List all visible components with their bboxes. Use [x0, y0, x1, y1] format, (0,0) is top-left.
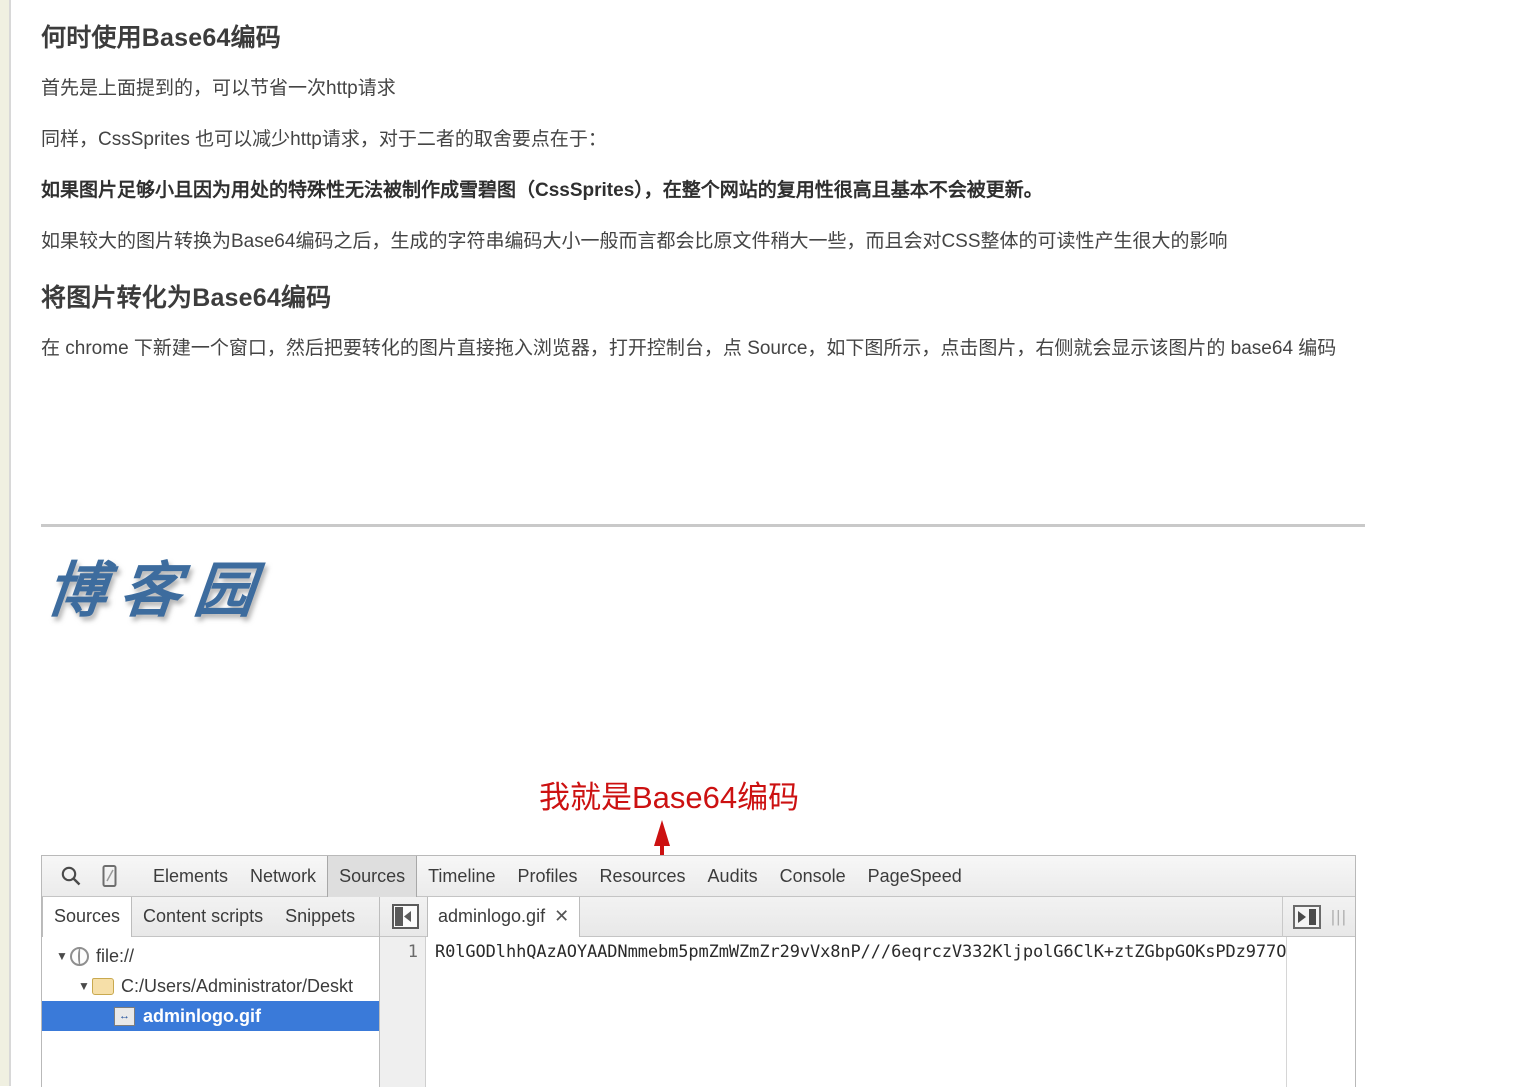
navigator-tab-sources[interactable]: Sources	[42, 896, 133, 937]
devtools-tab-profiles[interactable]: Profiles	[506, 856, 588, 897]
tree-item-label: C:/Users/Administrator/Deskt	[121, 975, 354, 996]
captured-browser-page: 博客园 我就是Base64编码	[41, 530, 1365, 940]
folder-icon	[92, 977, 114, 995]
chevron-down-icon[interactable]: ▼	[54, 949, 70, 963]
editor-file-tab-adminlogo[interactable]: adminlogo.gif ✕	[427, 896, 581, 937]
sources-subbar-right-controls: |||	[1281, 897, 1355, 937]
page-left-rule	[9, 0, 11, 1086]
section-heading-convert-image: 将图片转化为Base64编码	[41, 284, 332, 313]
paragraph-csssprites-compare: 同样，CssSprites 也可以减少http请求，对于二者的取舍要点在于：	[41, 129, 607, 151]
devtools-sources-subbar: Sources Content scripts Snippets adminlo…	[42, 896, 1355, 937]
sources-file-tree: ▼ file:// ▼ C:/Users/Administrator/Deskt…	[42, 937, 380, 1087]
editor-file-tab-label: adminlogo.gif	[438, 906, 546, 926]
devtools-tab-sources[interactable]: Sources	[327, 856, 418, 897]
screenshot-figure: 博客园 我就是Base64编码 Elements Network Sources…	[41, 524, 1365, 1087]
tree-item-desktop-folder[interactable]: ▼ C:/Users/Administrator/Deskt	[42, 971, 379, 1001]
tree-item-file-protocol[interactable]: ▼ file://	[42, 941, 379, 971]
sources-navigator-tabstrip: Sources Content scripts Snippets	[42, 896, 380, 937]
devtools-tab-network[interactable]: Network	[239, 856, 327, 897]
devtools-panel: Elements Network Sources Timeline Profil…	[41, 855, 1356, 1087]
paragraph-highlight-rule: 如果图片足够小且因为用处的特殊性无法被制作成雪碧图（CssSprites），在整…	[41, 180, 1043, 202]
page-left-margin-strip	[0, 0, 9, 1086]
annotation-label-base64: 我就是Base64编码	[539, 780, 800, 815]
devtools-tabstrip: Elements Network Sources Timeline Profil…	[142, 856, 973, 897]
devtools-tab-timeline[interactable]: Timeline	[417, 856, 506, 897]
section-heading-when-to-use: 何时使用Base64编码	[41, 24, 281, 52]
resize-grip-icon[interactable]: |||	[1331, 907, 1347, 927]
devtools-toolbar: Elements Network Sources Timeline Profil…	[42, 856, 1355, 897]
search-icon[interactable]	[54, 861, 88, 891]
tree-item-label: adminlogo.gif	[143, 1005, 261, 1026]
paragraph-chrome-steps: 在 chrome 下新建一个窗口，然后把要转化的图片直接拖入浏览器，打开控制台，…	[41, 338, 1337, 360]
devtools-tab-elements[interactable]: Elements	[142, 856, 239, 897]
devtools-sources-body: ▼ file:// ▼ C:/Users/Administrator/Deskt…	[42, 937, 1355, 1087]
tree-item-label: file://	[96, 945, 135, 966]
editor-line-gutter: 1	[380, 937, 426, 1087]
show-navigator-icon[interactable]	[1292, 905, 1321, 929]
globe-icon	[70, 946, 89, 966]
close-icon[interactable]: ✕	[554, 906, 569, 927]
tree-item-adminlogo-gif[interactable]: ↔ adminlogo.gif	[42, 1001, 379, 1031]
devtools-tab-resources[interactable]: Resources	[589, 856, 697, 897]
editor-vertical-scrollbar[interactable]	[1286, 937, 1294, 1087]
collapse-sidebar-icon[interactable]	[392, 904, 419, 929]
device-toolbar-icon[interactable]	[92, 861, 126, 891]
editor-code-line-base64[interactable]: R0lGODlhhQAzAOYAADNmmebm5pmZmWZmZr29vVx8…	[426, 937, 1286, 1087]
navigator-tab-snippets[interactable]: Snippets	[274, 897, 366, 937]
line-number: 1	[407, 942, 418, 962]
cnblogs-watermark-logo: 博客园	[42, 556, 273, 626]
source-editor[interactable]: 1 R0lGODlhhQAzAOYAADNmmebm5pmZmWZmZr29vV…	[380, 937, 1355, 1087]
navigator-tab-content-scripts[interactable]: Content scripts	[132, 897, 274, 937]
chevron-down-icon[interactable]: ▼	[76, 979, 92, 993]
devtools-tab-audits[interactable]: Audits	[697, 856, 769, 897]
paragraph-large-image-note: 如果较大的图片转换为Base64编码之后，生成的字符串编码大小一般而言都会比原文…	[41, 231, 1228, 253]
article-body: 何时使用Base64编码 首先是上面提到的，可以节省一次http请求 同样，Cs…	[41, 0, 1481, 381]
devtools-tab-pagespeed[interactable]: PageSpeed	[857, 856, 973, 897]
paragraph-http-saving: 首先是上面提到的，可以节省一次http请求	[41, 78, 396, 99]
devtools-tab-console[interactable]: Console	[769, 856, 857, 897]
gif-file-icon: ↔	[114, 1006, 135, 1026]
